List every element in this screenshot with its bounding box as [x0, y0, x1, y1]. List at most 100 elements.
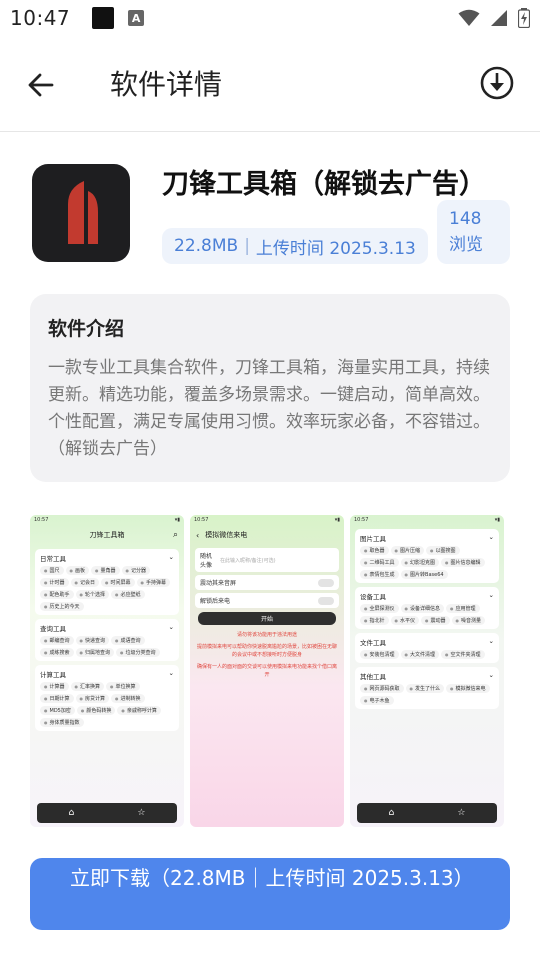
shot-toggle-row: 解锁后来电: [195, 593, 339, 608]
chip: 震动器: [421, 616, 450, 625]
chevron-down-icon: ⌄: [488, 671, 494, 679]
chip: 邮编查询: [40, 636, 74, 645]
toggle: [318, 596, 334, 605]
chip: 二维码工具: [360, 558, 399, 567]
shot-input-row: 随机头像 在此输入昵称/备注(可选): [195, 548, 339, 572]
chip: 归属地查询: [75, 648, 115, 657]
chip: 轮个选择: [75, 590, 110, 599]
app-name: 刀锋工具箱（解锁去广告）: [162, 169, 486, 200]
shot-chip-grid: 邮编查询快递查询成语查询成练搜索归属地查询垃圾分类查询: [40, 636, 174, 657]
chip: 垃圾分类查询: [116, 648, 160, 657]
chip: 安装包清理: [360, 650, 399, 659]
intro-card: 软件介绍 一款专业工具集合软件，刀锋工具箱，海量实用工具，持续更新。精选功能，覆…: [30, 294, 510, 482]
shot-section-card: 设备工具⌄ 全屏探测仪设备详细信息应用管理指北针水平仪震动器噪音测量: [355, 587, 499, 629]
shot-title: 模拟微信来电: [205, 531, 248, 539]
app-icon: [32, 164, 130, 262]
shot-chip-grid: 安装包清理大文件清理空文件夹清理: [360, 650, 494, 659]
screenshot-gallery[interactable]: 10:57 ▾▮ 刀锋工具箱 ⌕ 日常工具⌄ 国尺画板量角器记分器计时器记会日时间…: [30, 515, 510, 827]
shot-title: 刀锋工具箱: [89, 531, 125, 539]
shot-status-bar: 10:57 ▾▮: [30, 515, 184, 525]
chip: 图片转Base64: [400, 570, 448, 579]
shot-status-icons: ▾▮: [174, 517, 180, 523]
shot-section-title: 日常工具 ⌄: [40, 553, 174, 563]
shot-header: ‹ 模拟微信来电: [190, 525, 344, 545]
shot-header: 刀锋工具箱 ⌕: [30, 525, 184, 545]
back-button[interactable]: [18, 62, 64, 108]
meta-divider: |: [244, 236, 250, 256]
chip: 全屏探测仪: [360, 604, 399, 613]
wifi-icon: [458, 9, 480, 26]
avatar-label: 随机头像: [200, 553, 213, 569]
a-notification-icon: A: [128, 10, 145, 26]
chevron-down-icon: ⌄: [168, 623, 174, 631]
screenshot-3[interactable]: 10:57 ▾▮ 图片工具⌄ 取色器图片压缩以图搜图二维码工具幻影坦克图图片信息编…: [350, 515, 504, 827]
shot-start-button: 开始: [198, 612, 336, 625]
chip: 表情包生成: [360, 570, 399, 579]
chip: 计算器: [40, 682, 69, 691]
chip: 网页源码获取: [360, 684, 404, 693]
chip: 量角器: [91, 566, 120, 575]
intro-text: 一款专业工具集合软件，刀锋工具箱，海量实用工具，持续更新。精选功能，覆盖多场景需…: [48, 358, 490, 459]
chip: 画板: [65, 566, 90, 575]
home-icon: ⌂: [388, 808, 395, 818]
chip: 时间屏幕: [101, 578, 135, 587]
shot-time: 10:57: [34, 517, 49, 523]
home-icon: ⌂: [68, 808, 75, 818]
chip: 空文件夹清理: [441, 650, 485, 659]
shot-note: 提前模拟来电可以帮助你快速脱离尴尬的场景，比如被困在无聊的会议中或不想接听时方便…: [196, 644, 337, 658]
chip: 应用管理: [446, 604, 480, 613]
chip: 记会日: [70, 578, 100, 587]
shot-time: 10:57: [354, 517, 369, 523]
status-time: 10:47: [10, 6, 71, 30]
star-icon: ☆: [137, 808, 146, 818]
shot-note: 确保有一人的面对面的交谈可以使用模拟来电功能来找个借口离开: [196, 664, 337, 678]
chevron-down-icon: ⌄: [168, 669, 174, 677]
star-icon: ☆: [457, 808, 466, 818]
arrow-left-icon: [28, 73, 54, 97]
download-top-button[interactable]: [478, 64, 516, 102]
shot-section-card: 日常工具⌄ 国尺画板量角器记分器计时器记会日时间屏幕手持弹幕配色助手轮个选择必应…: [35, 549, 179, 615]
toggle: [318, 578, 334, 587]
chevron-down-icon: ⌄: [488, 591, 494, 599]
app-bar: 软件详情: [0, 36, 540, 132]
chip: 单位换算: [106, 682, 140, 691]
back-icon: ‹: [196, 530, 200, 540]
chip: 必应壁纸: [111, 590, 145, 599]
blade-logo-icon: [68, 181, 98, 244]
shot-chip-grid: 网页源码获取发生了什么模拟微信来电电子木鱼: [360, 684, 494, 705]
chip: 快递查询: [75, 636, 110, 645]
download-button[interactable]: 立即下载（22.8MB｜上传时间 2025.3.13）: [30, 858, 510, 930]
screenshot-1[interactable]: 10:57 ▾▮ 刀锋工具箱 ⌕ 日常工具⌄ 国尺画板量角器记分器计时器记会日时间…: [30, 515, 184, 827]
shot-section-card: 其他工具⌄ 网页源码获取发生了什么模拟微信来电电子木鱼: [355, 667, 499, 709]
chip: 噪音测量: [451, 616, 486, 625]
shot-status-bar: 10:57 ▾▮: [350, 515, 504, 525]
shot-section-card: 计算工具⌄ 计算器汇率换算单位换算日期计算房贷计算进制转换 MD5加密颜色码转换亲…: [35, 665, 179, 731]
battery-charging-icon: [518, 8, 530, 28]
shot-chip-grid: 计算器汇率换算单位换算日期计算房贷计算进制转换 MD5加密颜色码转换亲戚称呼计算身…: [40, 682, 174, 727]
shot-section-title: 设备工具 ⌄: [360, 591, 494, 601]
chip: 幻影坦克图: [400, 558, 440, 567]
chip: 成练搜索: [40, 648, 74, 657]
shot-note: 请勿将该功能用于违法用途: [236, 632, 297, 638]
shot-chip-grid: 国尺画板量角器记分器计时器记会日时间屏幕手持弹幕配色助手轮个选择必应壁纸历史上的…: [40, 566, 174, 611]
chip: 图片信息编辑: [441, 558, 485, 567]
chip: 水平仪: [390, 616, 420, 625]
black-square-icon: [92, 7, 115, 29]
chip: 手持弹幕: [136, 578, 171, 587]
chip: 模拟微信来电: [446, 684, 490, 693]
chip: 进制转换: [111, 694, 145, 703]
shot-section-card: 图片工具⌄ 取色器图片压缩以图搜图二维码工具幻影坦克图图片信息编辑表情包生成图片…: [355, 529, 499, 583]
status-icons: [458, 8, 530, 28]
screenshot-2[interactable]: 10:57 ▾▮ ‹ 模拟微信来电 随机头像 在此输入昵称/备注(可选) 震动其来…: [190, 515, 344, 827]
chip: 房贷计算: [75, 694, 110, 703]
page-title: 软件详情: [110, 68, 223, 101]
download-circle-icon: [480, 66, 514, 100]
chip: 大文件清理: [400, 650, 440, 659]
chevron-down-icon: ⌄: [488, 637, 494, 645]
shot-section-card: 文件工具⌄ 安装包清理大文件清理空文件夹清理: [355, 633, 499, 663]
shot-section-title: 计算工具 ⌄: [40, 669, 174, 679]
chip: 汇率换算: [70, 682, 105, 691]
shot-time: 10:57: [194, 517, 209, 523]
chip: 发生了什么: [405, 684, 445, 693]
chip: 设备详细信息: [400, 604, 445, 613]
